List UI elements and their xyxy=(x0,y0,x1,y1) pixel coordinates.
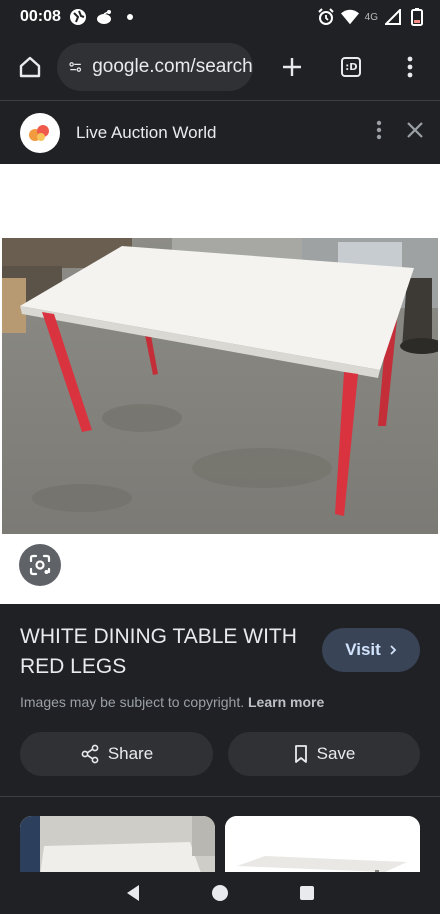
source-more-button[interactable] xyxy=(376,120,382,145)
close-icon xyxy=(407,122,423,138)
related-table-image xyxy=(20,816,215,876)
related-image-1[interactable] xyxy=(20,816,215,876)
share-button[interactable]: Share xyxy=(20,732,213,776)
back-button[interactable] xyxy=(118,878,148,908)
new-tab-button[interactable] xyxy=(273,47,312,87)
copyright-text: Images may be subject to copyright. xyxy=(20,694,245,710)
status-bar: 00:08 4G xyxy=(0,0,440,34)
globe-icon xyxy=(69,8,87,26)
related-table-image xyxy=(225,816,420,876)
table-photo[interactable] xyxy=(2,238,438,534)
system-nav-bar xyxy=(0,872,440,914)
chevron-right-icon xyxy=(390,645,397,655)
image-preview xyxy=(0,164,440,604)
alarm-icon xyxy=(317,8,335,26)
save-label: Save xyxy=(316,744,356,763)
related-image-2[interactable] xyxy=(225,816,420,876)
reddit-icon xyxy=(95,8,113,26)
divider xyxy=(0,796,440,797)
more-vert-icon xyxy=(376,120,382,140)
browser-menu-button[interactable] xyxy=(391,47,430,87)
network-type: 4G xyxy=(364,11,378,23)
notification-dot-icon xyxy=(121,8,139,26)
table-image xyxy=(2,238,438,534)
share-icon xyxy=(81,744,99,764)
source-logo xyxy=(20,112,60,153)
more-vert-icon xyxy=(408,56,413,78)
home-nav-button[interactable] xyxy=(205,878,235,908)
address-bar[interactable]: google.com/search xyxy=(57,43,253,91)
visit-button[interactable]: Visit xyxy=(322,628,420,672)
copyright-notice: Images may be subject to copyright. Lear… xyxy=(20,694,324,710)
close-button[interactable] xyxy=(406,121,424,144)
status-time: 00:08 xyxy=(20,8,61,25)
auction-logo-icon xyxy=(29,124,49,141)
tab-count: :D xyxy=(341,57,362,77)
home-circle-icon xyxy=(211,885,228,901)
home-icon xyxy=(19,56,40,78)
recents-icon xyxy=(299,886,314,900)
learn-more-link[interactable]: Learn more xyxy=(248,694,324,710)
plus-icon xyxy=(283,58,302,76)
battery-low-icon xyxy=(408,8,426,26)
url-text: google.com/search xyxy=(92,56,253,77)
save-button[interactable]: Save xyxy=(228,732,420,776)
share-label: Share xyxy=(107,744,154,763)
recents-button[interactable] xyxy=(292,878,322,908)
bookmark-icon xyxy=(294,745,307,763)
source-name[interactable]: Live Auction World xyxy=(76,123,216,143)
signal-icon xyxy=(384,8,402,26)
wifi-icon xyxy=(340,8,359,26)
result-title: WHITE DINING TABLE WITH RED LEGS xyxy=(20,625,297,678)
lens-icon xyxy=(29,554,51,576)
visit-label: Visit xyxy=(345,640,381,659)
source-header: Live Auction World xyxy=(0,100,440,164)
back-icon xyxy=(127,885,140,901)
google-lens-button[interactable] xyxy=(19,544,61,586)
home-button[interactable] xyxy=(10,47,49,87)
tab-switcher-button[interactable]: :D xyxy=(332,47,371,87)
site-settings-icon xyxy=(69,62,82,72)
browser-toolbar: google.com/search :D xyxy=(0,34,440,100)
